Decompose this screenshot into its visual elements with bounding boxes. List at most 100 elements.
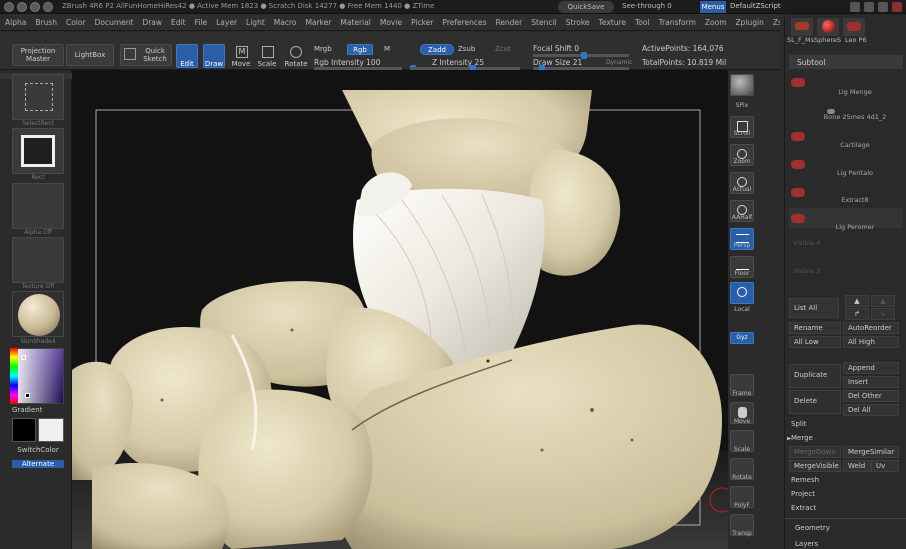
hue-strip[interactable] xyxy=(10,348,18,404)
color-picker[interactable] xyxy=(10,348,64,404)
dynamic-toggle[interactable]: Dynamic xyxy=(606,59,632,66)
focal-shift-slider[interactable]: Focal Shift 0 xyxy=(533,44,579,53)
menu-item[interactable]: Alpha xyxy=(0,14,30,27)
subtool-item-empty[interactable]: Visible 3 xyxy=(789,266,903,286)
list-all-button[interactable]: List All xyxy=(789,298,839,318)
menus-toggle[interactable]: Menus xyxy=(700,1,726,13)
help-icon[interactable] xyxy=(850,2,860,12)
secondary-color-swatch[interactable] xyxy=(38,418,64,442)
menu-item[interactable]: Movie xyxy=(375,14,406,27)
extract-section[interactable]: Extract xyxy=(791,504,816,512)
select-rect-button[interactable] xyxy=(12,74,64,120)
close-icon[interactable] xyxy=(4,2,14,12)
menu-item[interactable]: Zoom xyxy=(700,14,731,27)
menu-item[interactable]: Tool xyxy=(630,14,654,27)
quicksave-button[interactable]: QuickSave xyxy=(558,1,614,13)
merge-visible-button[interactable]: MergeVisible xyxy=(789,460,841,472)
see-through-slider[interactable]: See-through 0 xyxy=(622,2,672,10)
rgb-intensity-slider[interactable]: Rgb Intensity 100 xyxy=(314,58,380,67)
close-window-icon[interactable] xyxy=(892,2,902,12)
move-down-right-icon[interactable]: ↳ xyxy=(871,308,895,320)
append-button[interactable]: Append xyxy=(843,362,899,374)
document-canvas[interactable] xyxy=(72,70,728,549)
subtool-item[interactable]: Bone 25mes 4d1_2 xyxy=(789,98,903,121)
main-color-swatch[interactable] xyxy=(12,418,36,442)
subtool-item-selected[interactable]: Lig Peromer xyxy=(789,208,903,231)
material-button[interactable] xyxy=(12,291,64,337)
insert-button[interactable]: Insert xyxy=(843,376,899,388)
gradient-label[interactable]: Gradient xyxy=(12,406,64,414)
all-high-button[interactable]: All High xyxy=(843,336,899,348)
duplicate-button[interactable]: Duplicate xyxy=(789,364,841,388)
focal-shift-track[interactable] xyxy=(533,52,629,59)
color-cursor[interactable] xyxy=(21,355,26,360)
subtool-header[interactable]: Subtool xyxy=(789,55,903,69)
up-arrow-disabled[interactable]: ▲ xyxy=(871,295,895,307)
local-button[interactable] xyxy=(730,282,754,304)
del-all-button[interactable]: Del All xyxy=(843,404,899,416)
merge-section[interactable]: Merge xyxy=(791,434,813,442)
foot-ankle-model[interactable] xyxy=(72,70,728,549)
subtool-item-empty[interactable]: Visible 4 xyxy=(789,238,903,258)
merge-down-button[interactable]: MergeDown xyxy=(789,446,841,458)
subtool-item[interactable]: Lig Menge xyxy=(789,72,903,96)
menu-item[interactable]: Texture xyxy=(594,14,630,27)
merge-similar-button[interactable]: MergeSimilar xyxy=(843,446,899,458)
scale-icon[interactable] xyxy=(262,46,274,58)
del-other-button[interactable]: Del Other xyxy=(843,390,899,402)
menu-item[interactable]: Draw xyxy=(137,14,166,27)
rename-button[interactable]: Rename xyxy=(789,322,841,334)
default-zscript-button[interactable]: DefaultZScript xyxy=(730,2,781,10)
color-cursor-2[interactable] xyxy=(25,393,30,398)
zsub-button[interactable]: Zsub xyxy=(458,45,475,53)
tool-thumb-sphere[interactable] xyxy=(817,18,839,36)
menu-item[interactable]: Preferences xyxy=(437,14,490,27)
menu-item[interactable]: Color xyxy=(61,14,90,27)
menu-item[interactable]: Brush xyxy=(30,14,61,27)
alpha-button[interactable] xyxy=(12,183,64,229)
menu-item[interactable]: Material xyxy=(335,14,374,27)
menu-item[interactable]: Stencil xyxy=(526,14,560,27)
texture-button[interactable] xyxy=(12,237,64,283)
minimize-window-icon[interactable] xyxy=(864,2,874,12)
menu-item[interactable]: Stroke xyxy=(561,14,594,27)
maximize-icon[interactable] xyxy=(30,2,40,12)
zadd-button[interactable]: Zadd xyxy=(420,44,454,55)
subtool-item[interactable]: Lig Peritalo xyxy=(789,154,903,177)
mrgb-button[interactable]: Mrgb xyxy=(314,45,332,53)
menu-item[interactable]: Render xyxy=(491,14,527,27)
layers-section[interactable]: Layers xyxy=(795,540,818,548)
minimize-icon[interactable] xyxy=(17,2,27,12)
menu-item[interactable]: Layer xyxy=(211,14,241,27)
menu-item[interactable]: Zplugin xyxy=(731,14,768,27)
spix-label[interactable]: SPix xyxy=(728,102,756,109)
auto-reorder-button[interactable]: AutoReorder xyxy=(843,322,899,334)
rgb-button[interactable]: Rgb xyxy=(347,44,373,55)
menu-item[interactable]: Edit xyxy=(166,14,190,27)
menu-item[interactable]: Document xyxy=(90,14,138,27)
bpr-render-button[interactable] xyxy=(730,74,754,96)
menu-item[interactable]: File xyxy=(190,14,212,27)
menu-item[interactable]: Macro xyxy=(269,14,301,27)
split-section[interactable]: Split xyxy=(791,420,807,428)
subtool-item[interactable]: Cartilage xyxy=(789,126,903,149)
zcut-button[interactable]: Zcut xyxy=(495,45,511,53)
menu-item[interactable]: Transform xyxy=(654,14,700,27)
rotate-icon[interactable] xyxy=(290,46,302,58)
up-arrow-button[interactable]: ▲ xyxy=(845,295,869,307)
tool-thumb-3[interactable] xyxy=(843,18,865,36)
menu-item[interactable]: Light xyxy=(241,14,269,27)
all-low-button[interactable]: All Low xyxy=(789,336,841,348)
settings-icon[interactable] xyxy=(43,2,53,12)
uv-toggle[interactable]: Uv xyxy=(871,460,899,472)
project-section[interactable]: Project xyxy=(791,490,815,498)
alternate-button[interactable]: Alternate xyxy=(12,460,64,468)
remesh-section[interactable]: Remesh xyxy=(791,476,819,484)
weld-toggle[interactable]: Weld xyxy=(843,460,871,472)
switch-color-button[interactable]: SwitchColor xyxy=(12,446,64,454)
m-button[interactable]: M xyxy=(384,45,390,53)
menu-item[interactable]: Zscript xyxy=(768,14,780,27)
geometry-section[interactable]: Geometry xyxy=(795,524,830,532)
z-intensity-slider[interactable]: Z Intensity 25 xyxy=(432,58,484,67)
move-icon[interactable]: M xyxy=(236,46,248,58)
